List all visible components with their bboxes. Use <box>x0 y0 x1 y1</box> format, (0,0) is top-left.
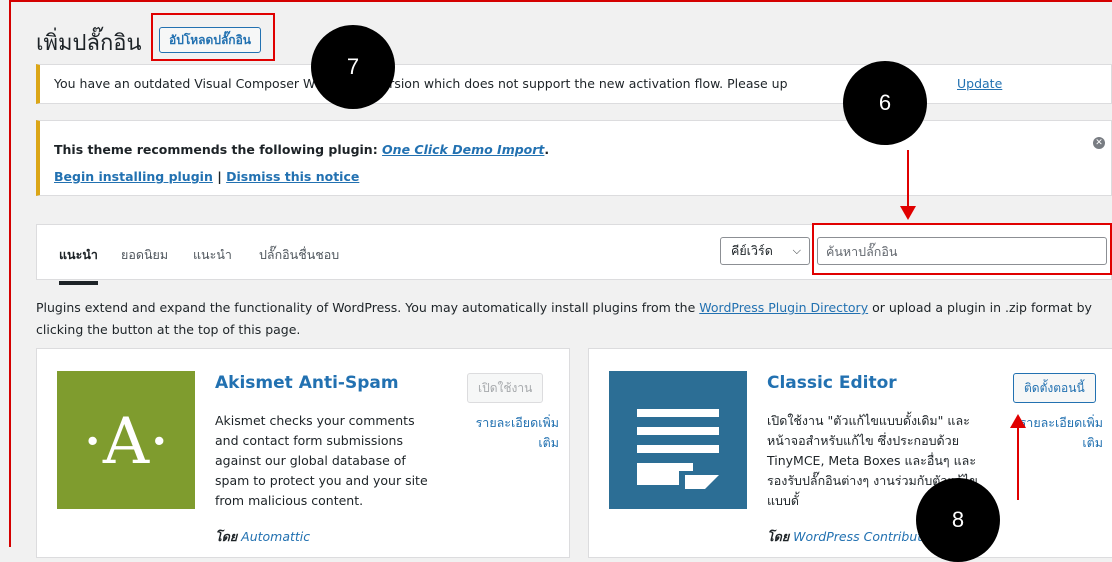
intro-text-1: Plugins extend and expand the functional… <box>36 300 700 315</box>
tab-favorites[interactable]: ปลั๊กอินชื่นชอบ <box>259 245 339 265</box>
akismet-logo[interactable]: ·A· <box>57 371 195 509</box>
step-marker-8: 8 <box>916 478 1000 562</box>
tab-recommended[interactable]: แนะนำ <box>193 245 232 265</box>
outdated-notice-text-1: You have an outdated Visual Composer We <box>54 76 323 91</box>
install-now-button[interactable]: ติดตั้งตอนนี้ <box>1013 373 1096 403</box>
plugin-author: โดย Automattic <box>215 527 310 547</box>
plugin-name[interactable]: Akismet Anti-Spam <box>215 373 399 393</box>
dismiss-notice-link[interactable]: Dismiss this notice <box>226 169 359 184</box>
theme-recommendation-notice: This theme recommends the following plug… <box>36 120 1112 196</box>
arrow-up-icon <box>1010 414 1026 500</box>
author-prefix: โดย <box>767 529 790 544</box>
upload-plugin-button[interactable]: อัปโหลดปลั๊กอิน <box>159 27 261 53</box>
begin-installing-link[interactable]: Begin installing plugin <box>54 169 213 184</box>
plugin-filter-bar: แนะนำ ยอดนิยม แนะนำ ปลั๊กอินชื่นชอบ คีย์… <box>36 224 1112 285</box>
activate-button[interactable]: เปิดใช้งาน <box>467 373 544 403</box>
separator: | <box>212 169 227 184</box>
step-marker-7: 7 <box>311 25 395 109</box>
document-icon <box>637 409 719 489</box>
outdated-plugin-notice: You have an outdated Visual Composer Wer… <box>36 64 1112 104</box>
search-type-select[interactable]: คีย์เวิร์ด ⌵ <box>720 237 810 265</box>
chevron-down-icon: ⌵ <box>792 244 801 257</box>
notice-period: . <box>544 142 550 157</box>
akismet-logo-text: ·A· <box>83 405 170 479</box>
update-link[interactable]: Update <box>957 76 1002 91</box>
plugin-name[interactable]: Classic Editor <box>767 373 897 393</box>
close-icon[interactable]: ✕ <box>1093 137 1105 149</box>
tab-popular[interactable]: ยอดนิยม <box>121 245 168 265</box>
plugin-author: โดย WordPress Contribut <box>767 527 922 547</box>
arrow-down-icon <box>900 150 916 220</box>
plugin-directory-link[interactable]: WordPress Plugin Directory <box>699 300 868 315</box>
step-marker-6: 6 <box>843 61 927 145</box>
tab-featured[interactable]: แนะนำ <box>59 245 98 285</box>
classic-editor-logo[interactable] <box>609 371 747 509</box>
author-prefix: โดย <box>215 529 238 544</box>
author-link[interactable]: WordPress Contribut <box>793 529 922 544</box>
author-link[interactable]: Automattic <box>241 529 310 544</box>
plugins-intro-text: Plugins extend and expand the functional… <box>36 297 1112 341</box>
search-type-value: คีย์เวิร์ด <box>731 243 773 258</box>
plugin-card-akismet: ·A· Akismet Anti-Spam Akismet checks you… <box>36 348 570 558</box>
page-title: เพิ่มปลั๊กอิน <box>36 31 142 56</box>
plugin-search-input[interactable] <box>817 237 1107 265</box>
plugin-description: Akismet checks your comments and contact… <box>215 413 428 508</box>
theme-notice-text: This theme recommends the following plug… <box>54 142 383 157</box>
plugin-card-classic-editor: Classic Editor เปิดใช้งาน "ตัวแก้ไขแบบดั… <box>588 348 1112 558</box>
more-details-link[interactable]: รายละเอียดเพิ่มเติม <box>463 413 559 453</box>
one-click-demo-import-link[interactable]: One Click Demo Import <box>382 142 544 157</box>
